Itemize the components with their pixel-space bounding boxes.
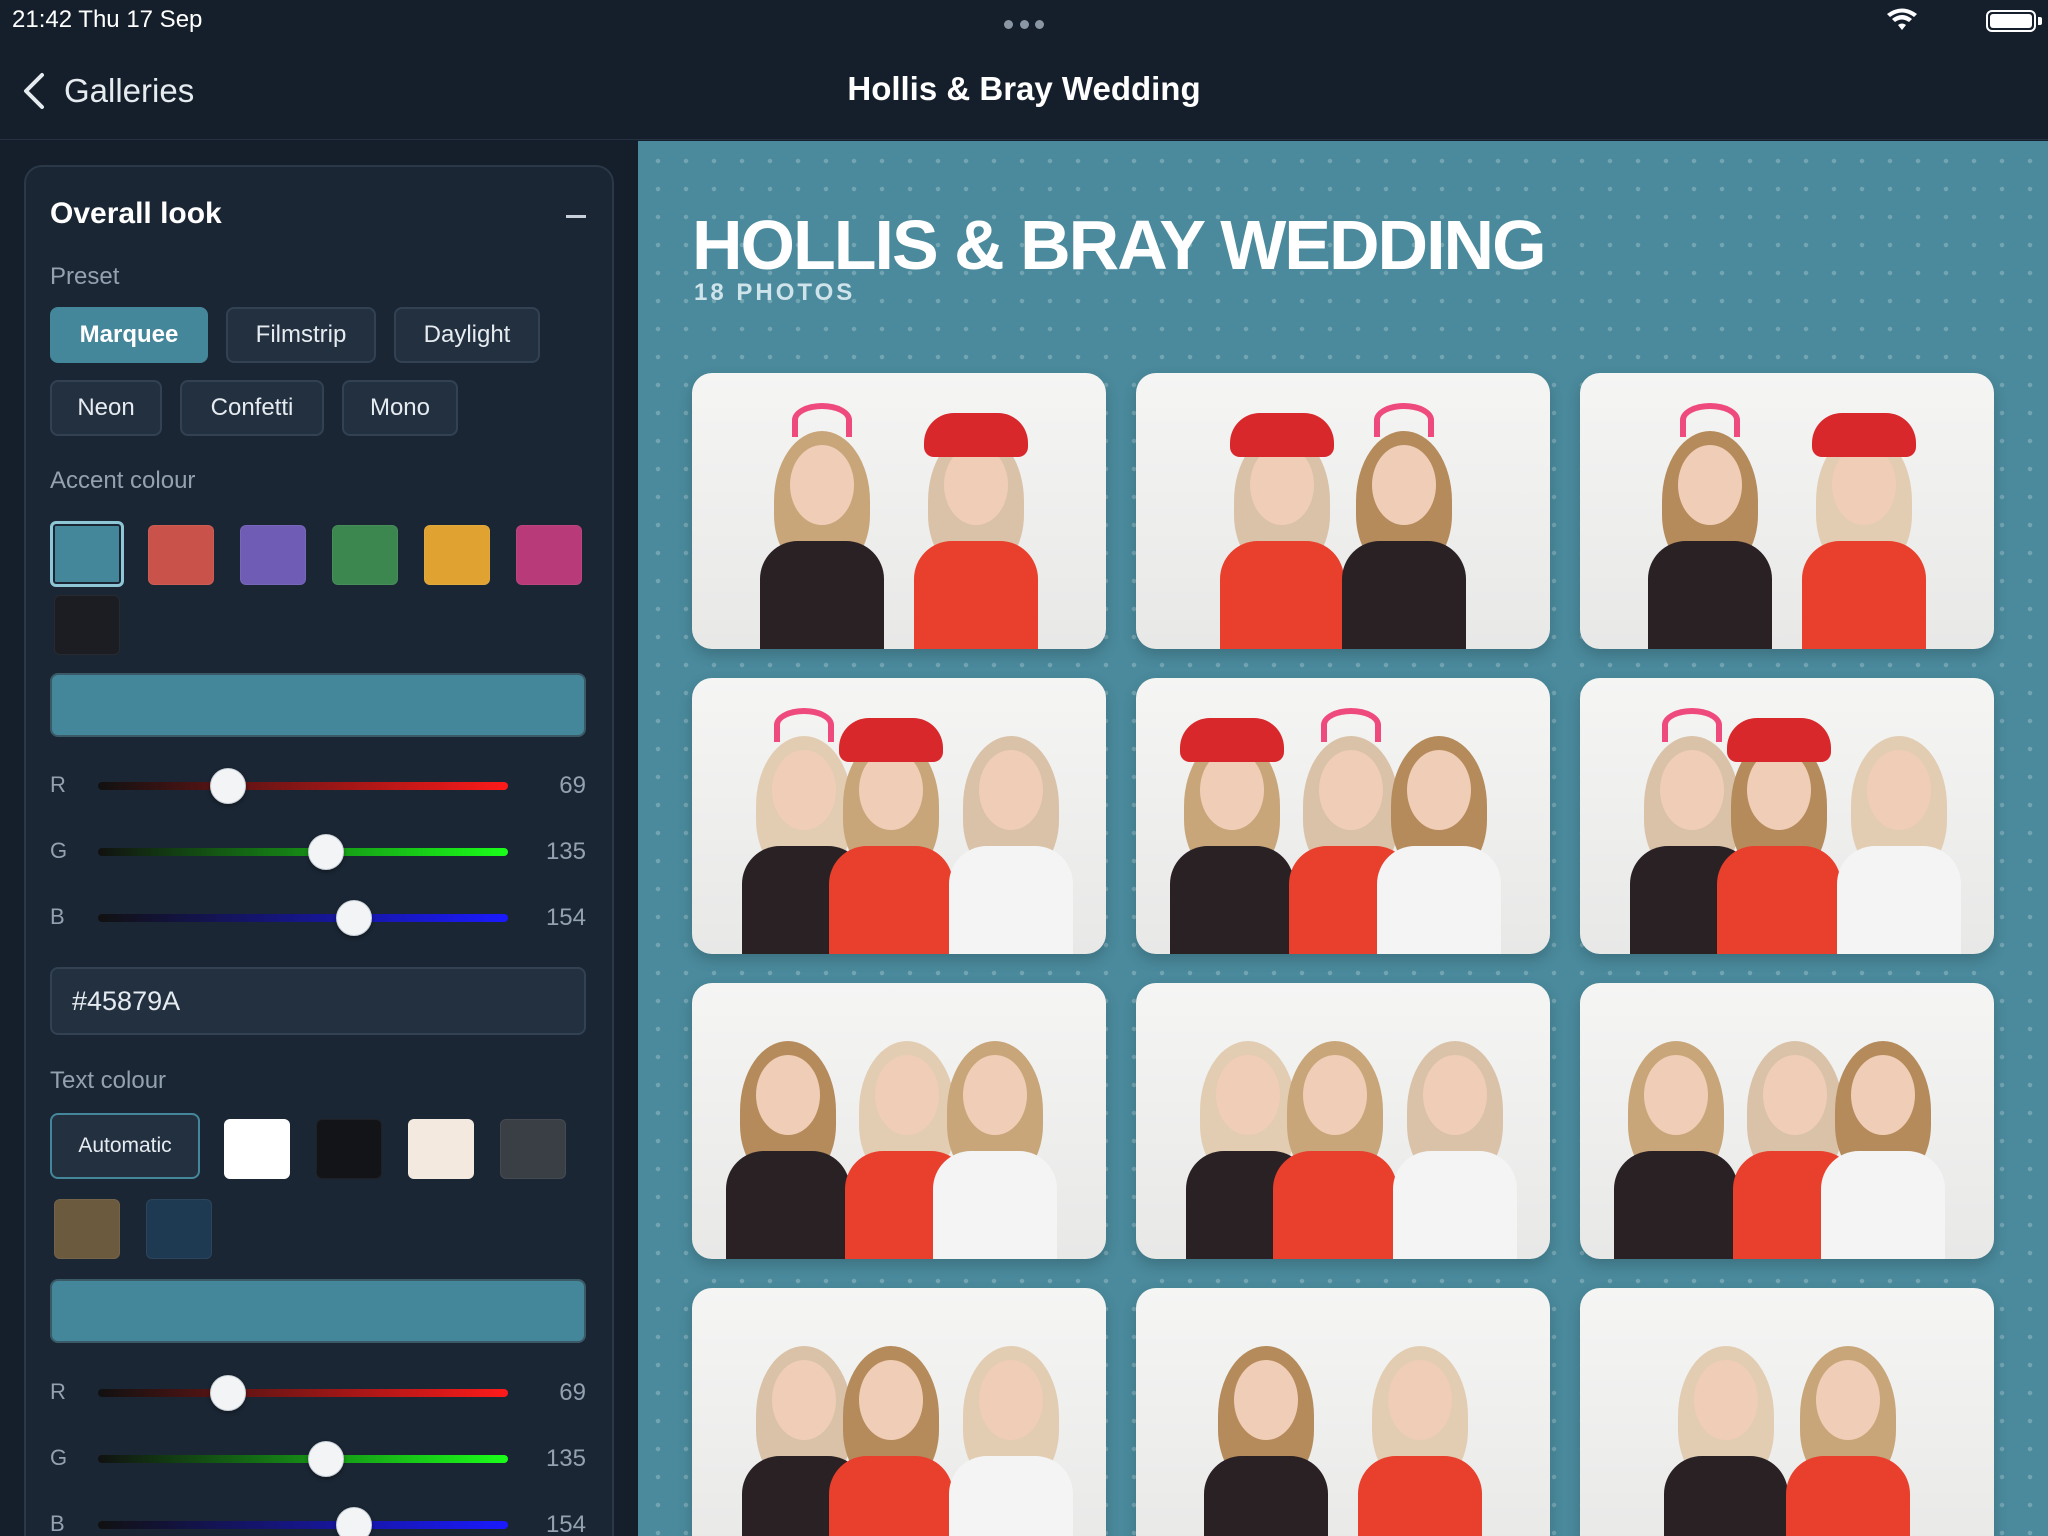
accent-swatch-amber[interactable]	[424, 525, 490, 585]
green-thumb[interactable]	[308, 1441, 344, 1477]
accent-swatch-red[interactable]	[148, 525, 214, 585]
blue-thumb[interactable]	[336, 1507, 372, 1536]
accent-preview-bar	[50, 673, 586, 737]
gallery-photo[interactable]	[1136, 1288, 1550, 1536]
preset-marquee[interactable]: Marquee	[50, 307, 208, 363]
blue-track[interactable]	[98, 914, 508, 922]
accent-blue-slider[interactable]: B 154	[50, 896, 586, 940]
gallery-photo[interactable]	[692, 678, 1106, 954]
green-track[interactable]	[98, 1455, 508, 1463]
overall-look-panel: Overall look Preset Marquee Filmstrip Da…	[24, 165, 614, 1536]
battery-icon	[1986, 10, 2036, 32]
gallery-photo[interactable]	[1580, 373, 1994, 649]
bunny-ears-prop	[1321, 708, 1381, 742]
text-swatch-charcoal[interactable]	[500, 1119, 566, 1179]
slider-letter-r: R	[50, 772, 66, 797]
accent-red-slider[interactable]: R 69	[50, 764, 586, 808]
status-time: 21:42 Thu 17 Sep	[12, 6, 203, 33]
green-value: 135	[545, 1445, 586, 1472]
gallery-photo[interactable]	[1136, 678, 1550, 954]
preset-filmstrip[interactable]: Filmstrip	[226, 307, 376, 363]
text-blue-slider[interactable]: B 154	[50, 1503, 586, 1536]
blue-track[interactable]	[98, 1521, 508, 1529]
red-thumb[interactable]	[210, 768, 246, 804]
slider-letter-b: B	[50, 904, 65, 929]
hat-prop	[1179, 718, 1284, 762]
gallery-photo[interactable]	[1580, 983, 1994, 1259]
accent-swatch-black[interactable]	[54, 595, 120, 655]
text-swatch-cream[interactable]	[408, 1119, 474, 1179]
bunny-ears-prop	[1680, 403, 1740, 437]
panel-title: Overall look	[50, 197, 222, 230]
navigation-bar: Galleries Hollis & Bray Wedding	[0, 40, 2048, 140]
slider-letter-r: R	[50, 1379, 66, 1404]
status-bar: 21:42 Thu 17 Sep	[0, 0, 2048, 40]
slider-letter-g: G	[50, 838, 68, 863]
slider-letter-b: B	[50, 1511, 65, 1536]
accent-swatch-purple[interactable]	[240, 525, 306, 585]
text-green-slider[interactable]: G 135	[50, 1437, 586, 1481]
red-value: 69	[559, 772, 586, 799]
preset-label: Preset	[50, 263, 120, 290]
gallery-photo[interactable]	[692, 983, 1106, 1259]
text-red-slider[interactable]: R 69	[50, 1371, 586, 1415]
accent-colour-label: Accent colour	[50, 467, 196, 494]
bunny-ears-prop	[792, 403, 852, 437]
accent-swatch-pink[interactable]	[516, 525, 582, 585]
photo-count: 18 PHOTOS	[694, 279, 856, 306]
gallery-photo[interactable]	[692, 373, 1106, 649]
hat-prop	[1812, 413, 1916, 457]
gallery-photo[interactable]	[1580, 1288, 1994, 1536]
blue-value: 154	[545, 1511, 586, 1536]
gallery-photo[interactable]	[1136, 373, 1550, 649]
hex-input[interactable]: #45879A	[50, 967, 586, 1035]
blue-thumb[interactable]	[336, 900, 372, 936]
preset-mono[interactable]: Mono	[342, 380, 458, 436]
bunny-ears-prop	[1374, 403, 1434, 437]
bunny-ears-prop	[1661, 708, 1722, 742]
text-colour-label: Text colour	[50, 1067, 167, 1094]
slider-letter-g: G	[50, 1445, 68, 1470]
gallery-photo[interactable]	[692, 1288, 1106, 1536]
green-thumb[interactable]	[308, 834, 344, 870]
page-title: Hollis & Bray Wedding	[847, 70, 1201, 107]
multitasking-dots-icon[interactable]	[1004, 20, 1044, 30]
hat-prop	[1230, 413, 1334, 457]
text-colour-automatic[interactable]: Automatic	[50, 1113, 200, 1179]
gallery-photo[interactable]	[1136, 983, 1550, 1259]
preset-neon[interactable]: Neon	[50, 380, 162, 436]
gallery-title: HOLLIS & BRAY WEDDING	[692, 206, 1547, 284]
bunny-ears-prop	[773, 708, 834, 742]
green-track[interactable]	[98, 848, 508, 856]
green-value: 135	[545, 838, 586, 865]
hat-prop	[839, 718, 943, 762]
red-value: 69	[559, 1379, 586, 1406]
hat-prop	[1727, 718, 1831, 762]
hat-prop	[924, 413, 1028, 457]
accent-swatch-teal[interactable]	[50, 521, 124, 587]
gallery-preview: HOLLIS & BRAY WEDDING 18 PHOTOS	[638, 141, 2048, 1536]
settings-sidebar: Overall look Preset Marquee Filmstrip Da…	[0, 141, 638, 1536]
preset-daylight[interactable]: Daylight	[394, 307, 540, 363]
text-swatch-white[interactable]	[224, 1119, 290, 1179]
red-track[interactable]	[98, 1389, 508, 1397]
battery-tip	[2038, 17, 2042, 25]
text-swatch-navy[interactable]	[146, 1199, 212, 1259]
red-track[interactable]	[98, 782, 508, 790]
accent-swatch-green[interactable]	[332, 525, 398, 585]
preset-confetti[interactable]: Confetti	[180, 380, 324, 436]
text-swatch-black[interactable]	[316, 1119, 382, 1179]
text-preview-bar	[50, 1279, 586, 1343]
wifi-icon	[1887, 8, 1917, 30]
text-swatch-brown[interactable]	[54, 1199, 120, 1259]
collapse-icon[interactable]	[566, 215, 586, 218]
blue-value: 154	[545, 904, 586, 931]
gallery-photo[interactable]	[1580, 678, 1994, 954]
accent-green-slider[interactable]: G 135	[50, 830, 586, 874]
red-thumb[interactable]	[210, 1375, 246, 1411]
